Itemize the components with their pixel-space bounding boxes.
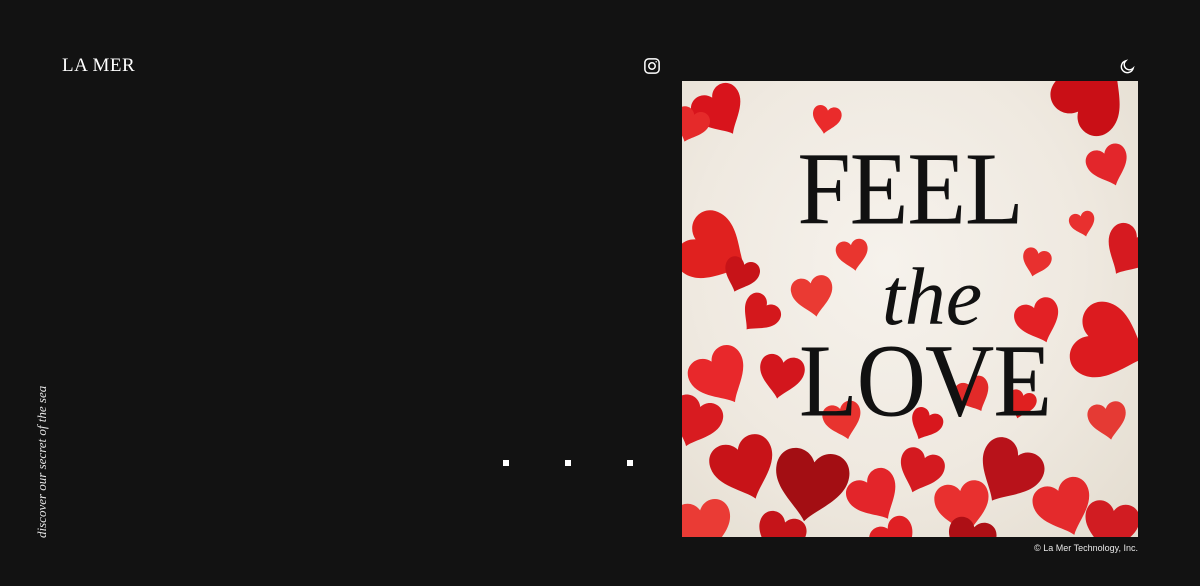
hero-image: FEEL the LOVE: [682, 81, 1138, 537]
hero-headline-feel: FEEL: [797, 130, 1023, 247]
brand-logo[interactable]: LA MER: [62, 55, 135, 77]
copyright-text: © La Mer Technology, Inc.: [1034, 543, 1138, 553]
carousel-dot[interactable]: [627, 460, 633, 466]
carousel-dot[interactable]: [565, 460, 571, 466]
tagline: discover our secret of the sea: [34, 385, 49, 538]
instagram-icon[interactable]: [643, 57, 661, 75]
carousel-dot[interactable]: [503, 460, 509, 466]
moon-icon[interactable]: [1119, 58, 1136, 75]
hero-headline-love: LOVE: [799, 322, 1052, 439]
